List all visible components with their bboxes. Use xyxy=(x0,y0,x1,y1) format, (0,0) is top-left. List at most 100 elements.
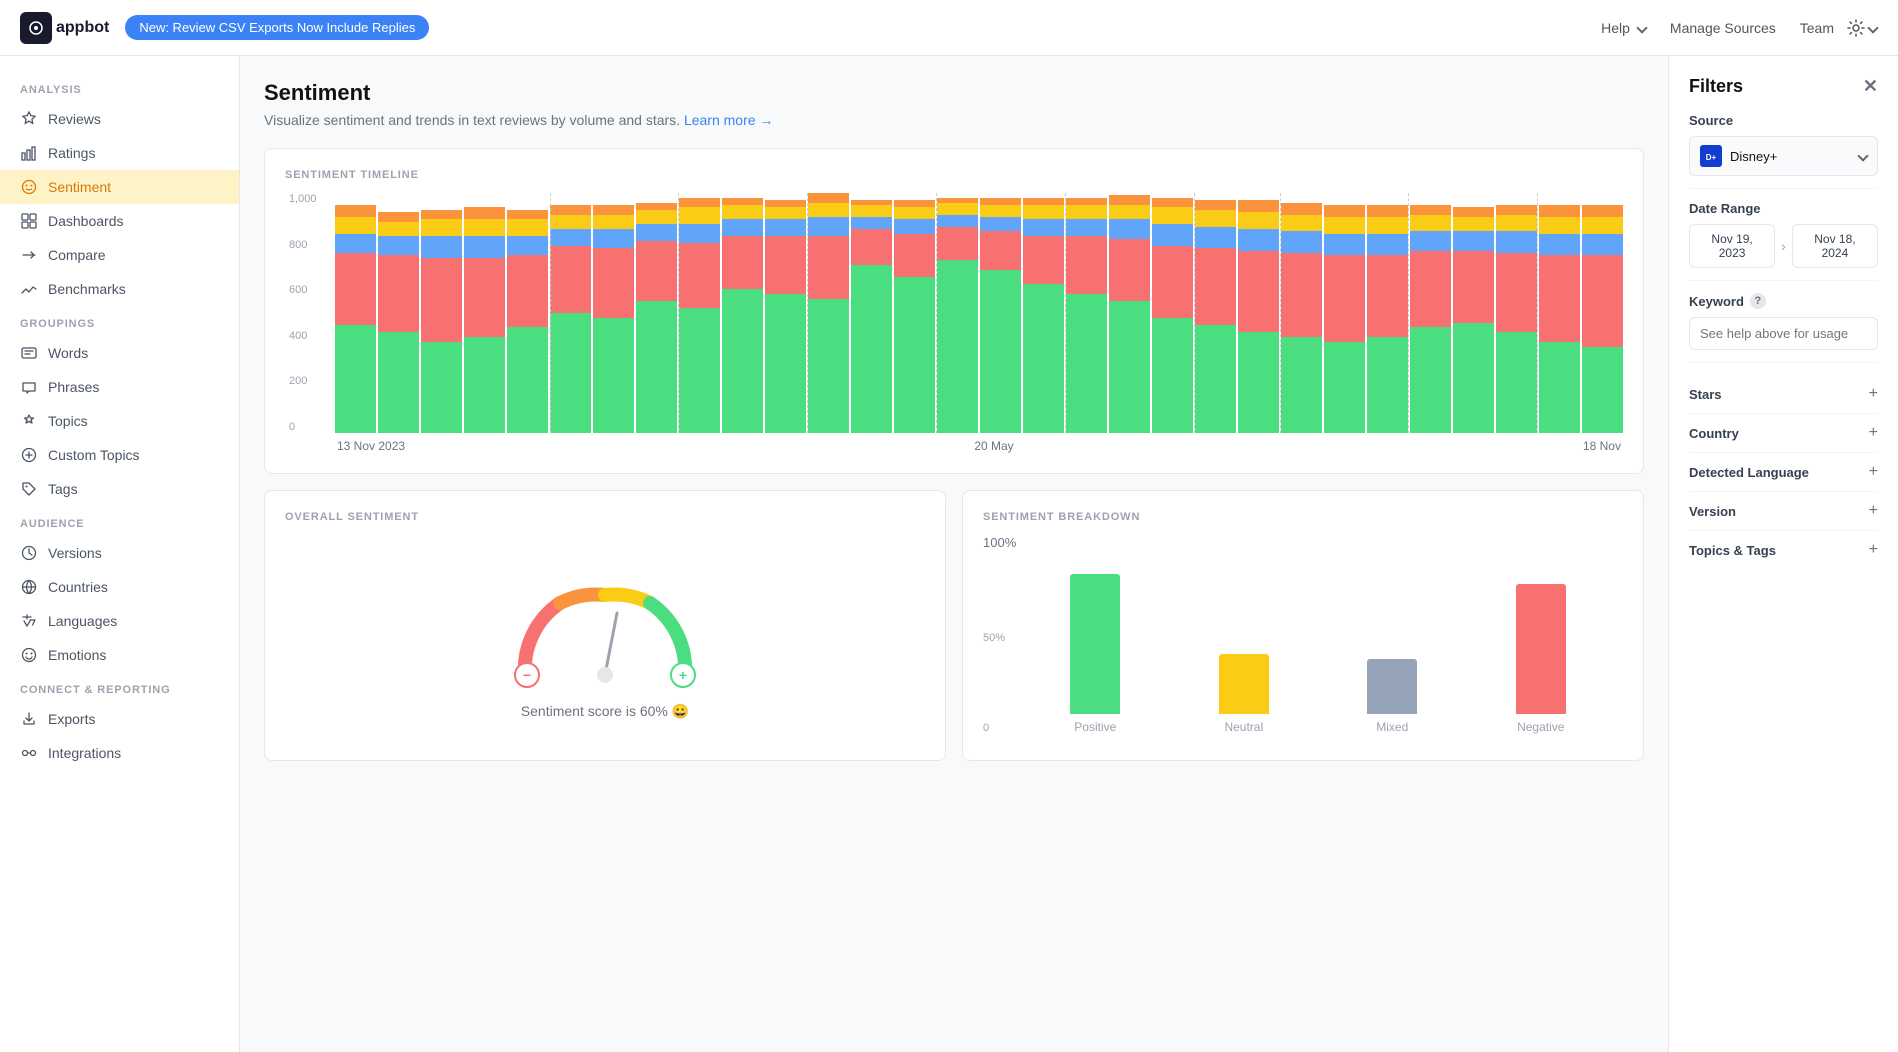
bar-group xyxy=(1109,193,1150,433)
bar-segment xyxy=(1023,198,1064,205)
sidebar-item-benchmarks[interactable]: Benchmarks xyxy=(0,272,239,306)
sidebar-item-custom-topics[interactable]: Custom Topics xyxy=(0,438,239,472)
breakdown-bar-label-positive: Positive xyxy=(1074,720,1116,734)
words-icon xyxy=(20,344,38,362)
overall-sentiment-card: OVERALL SENTIMENT xyxy=(264,490,946,761)
bar-segment xyxy=(722,236,763,289)
main-area: ANALYSIS Reviews Ratings Sentiment xyxy=(0,56,1898,1052)
bar-segment xyxy=(722,219,763,236)
keyword-help-icon[interactable]: ? xyxy=(1750,293,1766,309)
filter-stars[interactable]: Stars + xyxy=(1689,375,1878,414)
help-nav-item[interactable]: Help xyxy=(1589,14,1658,42)
main-content: Sentiment Visualize sentiment and trends… xyxy=(240,56,1668,1052)
bar-segment xyxy=(851,229,892,265)
sidebar: ANALYSIS Reviews Ratings Sentiment xyxy=(0,56,240,1052)
sidebar-item-exports[interactable]: Exports xyxy=(0,702,239,736)
bar-segment xyxy=(1066,205,1107,219)
filters-title: Filters ✕ xyxy=(1689,76,1878,97)
bar-group xyxy=(636,193,677,433)
bar-segment xyxy=(507,219,548,236)
logo-text: appbot xyxy=(56,19,109,37)
bar-segment xyxy=(378,212,419,222)
sidebar-item-compare[interactable]: Compare xyxy=(0,238,239,272)
announcement-badge[interactable]: New: Review CSV Exports Now Include Repl… xyxy=(125,15,429,40)
breakdown-bars-container: PositiveNeutralMixedNegative xyxy=(1013,554,1623,734)
sidebar-item-integrations[interactable]: Integrations xyxy=(0,736,239,770)
sidebar-item-topics[interactable]: Topics xyxy=(0,404,239,438)
bar-segment xyxy=(1539,255,1580,341)
bar-segment xyxy=(1023,236,1064,284)
sidebar-item-label: Exports xyxy=(48,711,95,727)
bar-segment xyxy=(1023,205,1064,219)
sidebar-item-tags[interactable]: Tags xyxy=(0,472,239,506)
bar-segment xyxy=(1238,200,1279,212)
date-end-input[interactable]: Nov 18, 2024 xyxy=(1792,224,1878,268)
sidebar-item-dashboards[interactable]: Dashboards xyxy=(0,204,239,238)
bar-segment xyxy=(593,229,634,248)
bar-group xyxy=(421,193,462,433)
breakdown-label: SENTIMENT BREAKDOWN xyxy=(983,511,1623,523)
bar-segment xyxy=(378,236,419,255)
bar-segment xyxy=(765,207,806,219)
sidebar-item-words[interactable]: Words xyxy=(0,336,239,370)
filter-keyword-label: Keyword xyxy=(1689,294,1744,309)
chevron-down-icon xyxy=(1636,22,1647,33)
sidebar-item-reviews[interactable]: Reviews xyxy=(0,102,239,136)
bar-group xyxy=(765,193,806,433)
sidebar-item-label: Versions xyxy=(48,545,102,561)
bar-segment xyxy=(1367,255,1408,337)
page-title: Sentiment xyxy=(264,80,1644,106)
filter-source-select[interactable]: D+ Disney+ xyxy=(1689,136,1878,176)
bar-segment xyxy=(980,205,1021,217)
bar-segment xyxy=(1109,205,1150,219)
bar-segment xyxy=(1453,207,1494,217)
filter-stars-label: Stars xyxy=(1689,387,1722,402)
filter-detected-language[interactable]: Detected Language + xyxy=(1689,453,1878,492)
bar-segment xyxy=(464,219,505,236)
team-nav-item[interactable]: Team xyxy=(1788,14,1846,42)
sidebar-item-versions[interactable]: Versions xyxy=(0,536,239,570)
bar-segment xyxy=(335,234,376,253)
bar-segment xyxy=(1410,251,1451,328)
sidebar-item-emotions[interactable]: Emotions xyxy=(0,638,239,672)
sidebar-item-sentiment[interactable]: Sentiment xyxy=(0,170,239,204)
bar-segment xyxy=(765,219,806,236)
sidebar-item-ratings[interactable]: Ratings xyxy=(0,136,239,170)
bar-group xyxy=(464,193,505,433)
bar-segment xyxy=(937,227,978,261)
bar-segment xyxy=(464,236,505,258)
sidebar-item-countries[interactable]: Countries xyxy=(0,570,239,604)
bar-segment xyxy=(1195,200,1236,210)
bar-segment xyxy=(1152,207,1193,224)
bar-group xyxy=(894,193,935,433)
keyword-input[interactable] xyxy=(1689,317,1878,350)
learn-more-link[interactable]: Learn more → xyxy=(684,112,773,128)
bar-segment xyxy=(1066,219,1107,236)
manage-sources-nav-item[interactable]: Manage Sources xyxy=(1658,14,1788,42)
bar-segment xyxy=(894,277,935,433)
emotions-icon xyxy=(20,646,38,664)
filter-date-label: Date Range xyxy=(1689,201,1878,216)
bar-group xyxy=(722,193,763,433)
gauge-label: Sentiment score is 60% 😀 xyxy=(521,703,689,720)
sidebar-item-label: Languages xyxy=(48,613,117,629)
sidebar-item-phrases[interactable]: Phrases xyxy=(0,370,239,404)
filter-version[interactable]: Version + xyxy=(1689,492,1878,531)
bar-segment xyxy=(335,253,376,325)
filter-country-label: Country xyxy=(1689,426,1739,441)
svg-text:−: − xyxy=(523,667,531,683)
bar-segment xyxy=(335,205,376,217)
sidebar-item-languages[interactable]: Languages xyxy=(0,604,239,638)
bar-segment xyxy=(378,332,419,433)
bar-segment xyxy=(1066,236,1107,294)
filters-close-button[interactable]: ✕ xyxy=(1863,76,1878,97)
bar-segment xyxy=(1152,198,1193,208)
sidebar-item-label: Ratings xyxy=(48,145,95,161)
filter-topics-tags[interactable]: Topics & Tags + xyxy=(1689,531,1878,569)
bar-group xyxy=(1152,193,1193,433)
filter-country[interactable]: Country + xyxy=(1689,414,1878,453)
bar-segment xyxy=(894,200,935,207)
date-start-input[interactable]: Nov 19, 2023 xyxy=(1689,224,1775,268)
bar-segment xyxy=(1238,229,1279,251)
settings-gear-icon[interactable] xyxy=(1846,12,1878,44)
